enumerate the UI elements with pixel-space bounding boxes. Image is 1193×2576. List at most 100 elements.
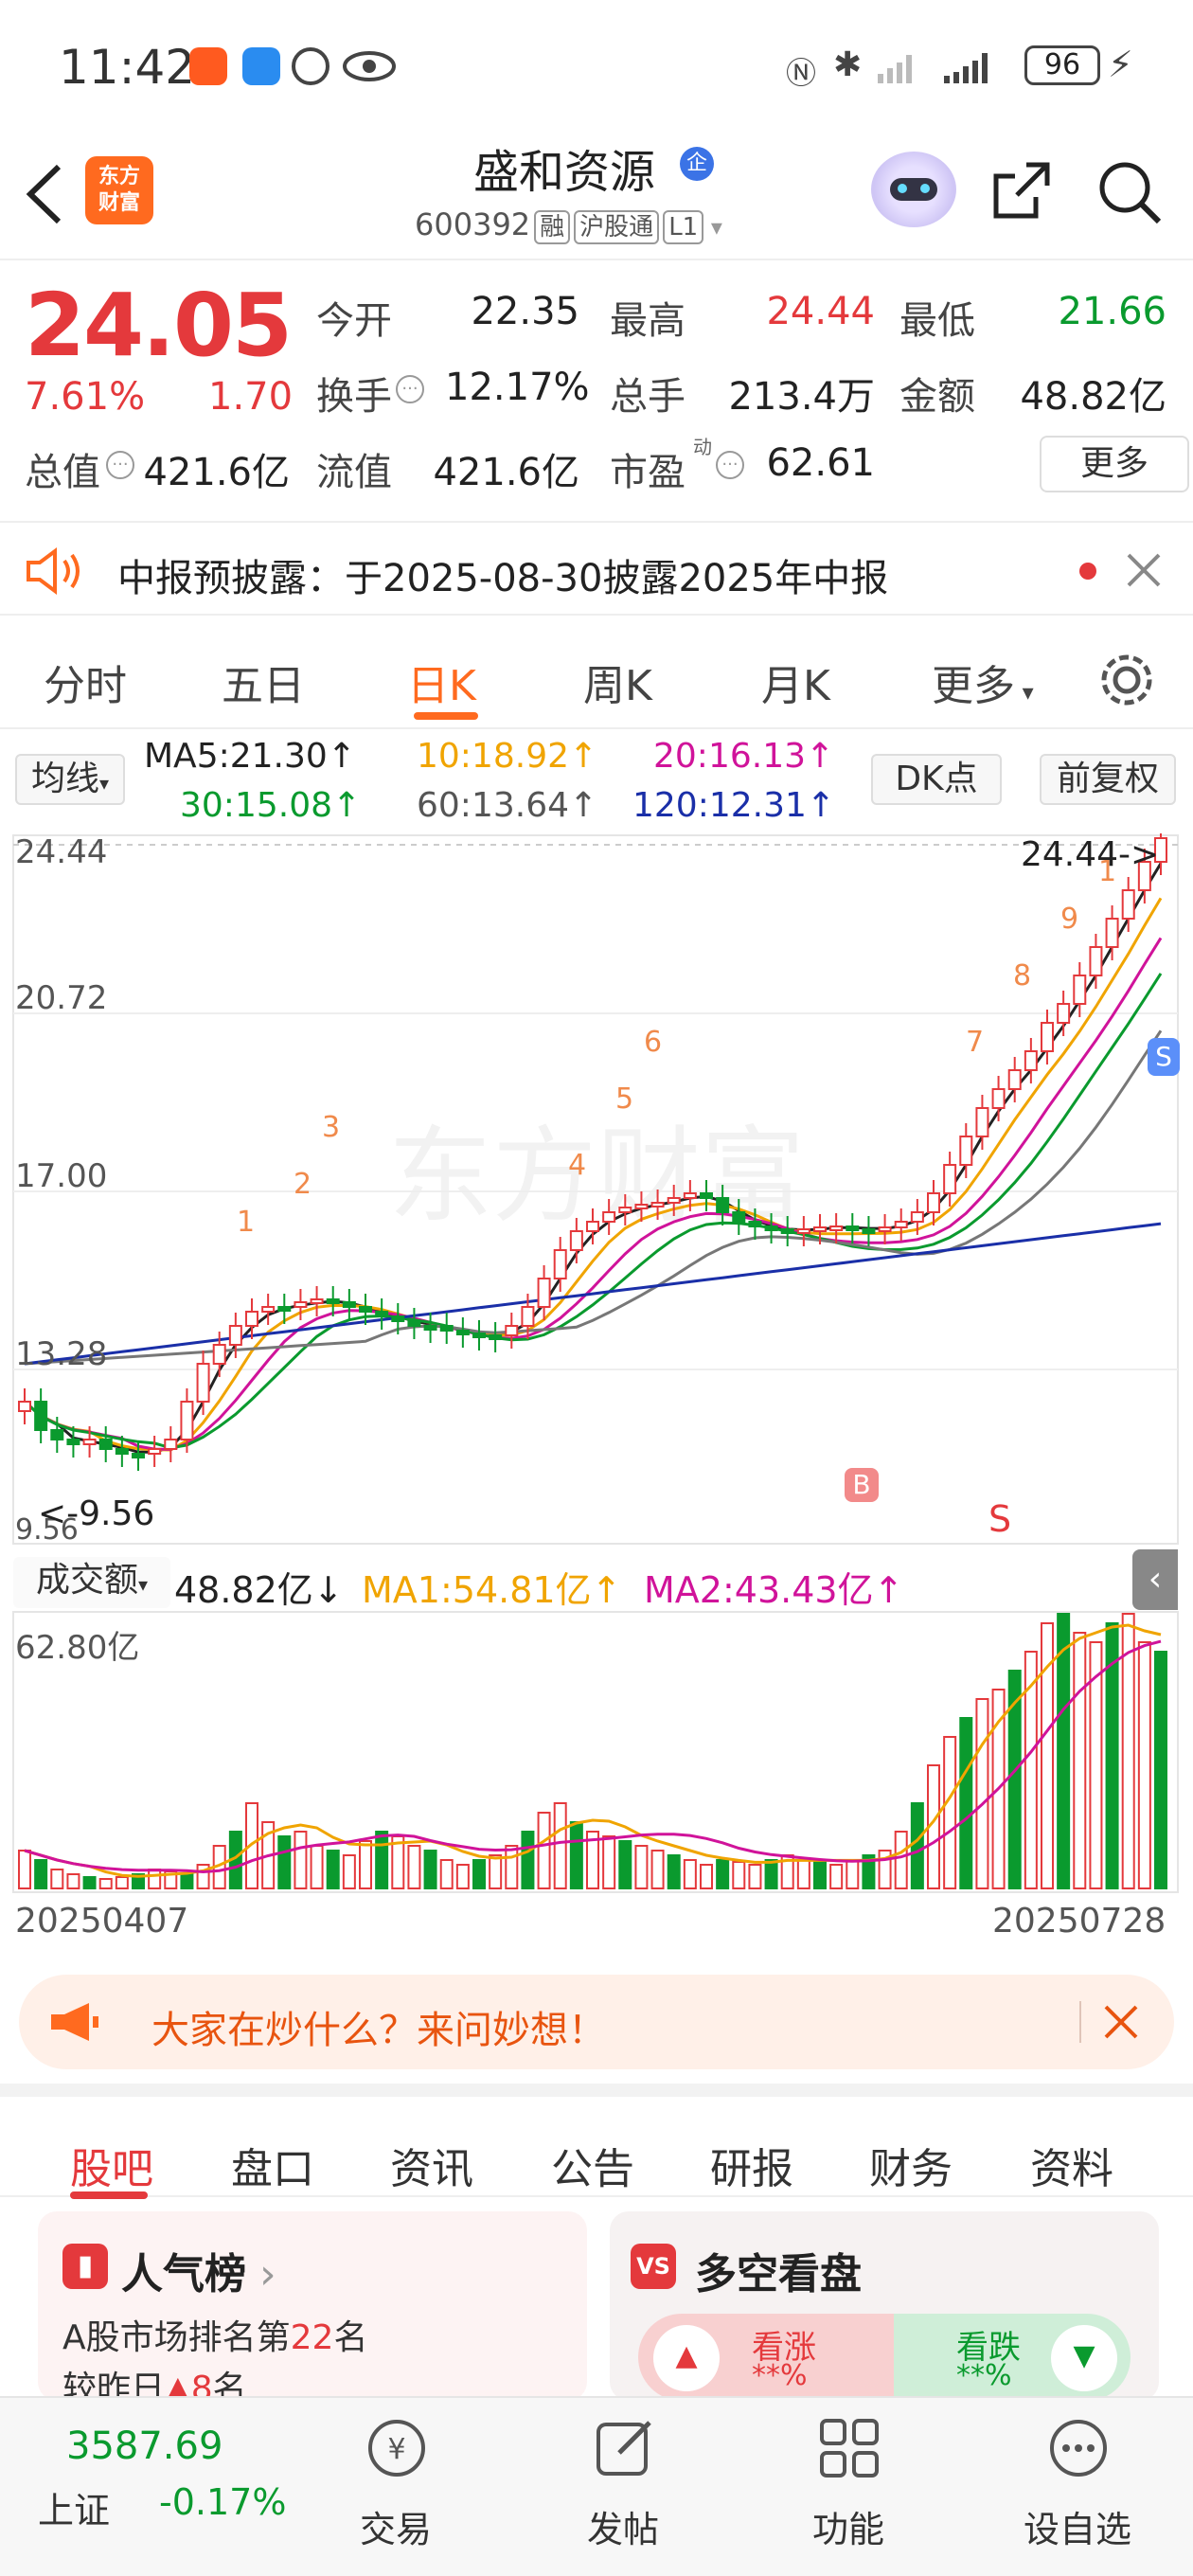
settings-gear-icon[interactable] xyxy=(1098,652,1155,708)
ma-select[interactable]: 均线▾ xyxy=(15,754,125,805)
candle-body xyxy=(764,1225,778,1231)
index-value[interactable]: 3587.69 xyxy=(66,2424,223,2468)
nav-trade[interactable]: 交易 xyxy=(329,2500,462,2552)
sync-notification-icon xyxy=(292,47,329,85)
current-price: 24.05 xyxy=(25,275,293,376)
market-cap-label: 总值 xyxy=(25,451,100,494)
volume-chart[interactable] xyxy=(0,1610,1193,1896)
candle-body xyxy=(846,1225,860,1231)
tab-weekly-k[interactable]: 周K xyxy=(583,652,652,712)
charging-icon: ⚡ xyxy=(1108,44,1133,85)
share-icon[interactable] xyxy=(988,159,1055,222)
volume-bar xyxy=(602,1835,616,1889)
volume-bar xyxy=(667,1854,681,1889)
bull-bear-card[interactable]: VS 多空看盘 ▲ 看涨 **% 看跌 **% ▼ xyxy=(610,2211,1159,2401)
tab-intraday[interactable]: 分时 xyxy=(44,652,127,712)
vote-down-button[interactable]: 看跌 **% ▼ xyxy=(894,2314,1131,2401)
candle-body xyxy=(489,1334,503,1340)
volume-bar xyxy=(748,1864,762,1889)
volume-bar xyxy=(310,1845,324,1889)
buy-point-marker[interactable]: B xyxy=(845,1468,879,1502)
pe-dynamic-sup: 动 xyxy=(693,436,712,458)
tab-daily-k[interactable]: 日K xyxy=(407,652,476,712)
td-sequence-number: 6 xyxy=(644,1026,662,1059)
nav-post[interactable]: 发帖 xyxy=(557,2500,689,2552)
tab-announcements[interactable]: 公告 xyxy=(551,2135,634,2195)
tab-more[interactable]: 更多 ▾ xyxy=(932,652,1034,712)
candle-body xyxy=(553,1249,567,1279)
volume-bar xyxy=(50,1869,64,1889)
volume-bar xyxy=(943,1736,957,1889)
nav-functions[interactable]: 功能 xyxy=(782,2500,915,2552)
volume-bar xyxy=(505,1845,519,1889)
volume-bar xyxy=(407,1845,421,1889)
info-icon[interactable]: ··· xyxy=(396,375,424,403)
volume-bar xyxy=(359,1840,372,1889)
volume-bar xyxy=(423,1850,437,1889)
back-arrow-icon[interactable] xyxy=(21,161,68,227)
tab-monthly-k[interactable]: 月K xyxy=(761,652,830,712)
candle-body xyxy=(196,1363,210,1403)
close-icon[interactable] xyxy=(1127,553,1161,587)
pe-value: 62.61 xyxy=(766,441,875,485)
close-icon[interactable] xyxy=(1102,2003,1140,2041)
more-quote-button[interactable]: 更多 xyxy=(1040,436,1189,492)
tab-financials[interactable]: 财务 xyxy=(869,2135,953,2195)
tab-order-book[interactable]: 盘口 xyxy=(231,2135,314,2195)
high-value: 24.44 xyxy=(766,290,875,333)
notice-bar[interactable]: 中报预披露：于2025-08-30披露2025年中报 xyxy=(0,521,1193,616)
volume-bar xyxy=(180,1873,194,1889)
td-sequence-number: 1 xyxy=(237,1206,255,1239)
candle-body xyxy=(634,1204,649,1209)
volume-ma2: MA2:43.43亿↑ xyxy=(644,1569,904,1611)
ask-ai-banner[interactable]: 大家在炒什么？来问妙想！ xyxy=(19,1975,1174,2069)
end-date: 20250728 xyxy=(992,1902,1166,1941)
candle-body xyxy=(586,1221,599,1232)
dk-point-toggle[interactable]: DK点 xyxy=(871,754,1002,805)
candle-body xyxy=(66,1439,80,1445)
info-icon[interactable]: ··· xyxy=(716,451,744,479)
tab-forum[interactable]: 股吧 xyxy=(70,2135,153,2195)
nav-watchlist-settings[interactable]: 设自选 xyxy=(1011,2500,1144,2552)
tab-profile[interactable]: 资料 xyxy=(1030,2135,1113,2195)
trade-yen-icon[interactable]: ¥ xyxy=(364,2415,430,2481)
candle-body xyxy=(277,1306,292,1312)
td-sequence-number: 2 xyxy=(294,1168,312,1201)
volume-bar xyxy=(439,1859,454,1889)
volume-bar xyxy=(569,1821,583,1889)
active-tab-indicator xyxy=(414,712,478,720)
search-icon[interactable] xyxy=(1096,159,1163,225)
index-name[interactable]: 上证 xyxy=(38,2481,110,2533)
tab-news[interactable]: 资讯 xyxy=(390,2135,473,2195)
compose-post-icon[interactable] xyxy=(591,2415,657,2481)
more-dots-icon[interactable] xyxy=(1045,2415,1112,2481)
info-icon[interactable]: ··· xyxy=(106,451,134,479)
ma5-value: MA5:21.30↑ xyxy=(144,737,356,776)
candle-body xyxy=(455,1330,470,1335)
candlestick-chart[interactable]: 东方财富 123456 7891 xyxy=(0,833,1193,1553)
candle-body xyxy=(423,1325,437,1331)
candle-body xyxy=(1073,975,1087,1005)
candle-body xyxy=(700,1192,713,1199)
collapse-panel-icon[interactable]: ‹ xyxy=(1132,1549,1178,1610)
sell-point-marker[interactable]: S xyxy=(1148,1038,1180,1076)
tab-five-day[interactable]: 五日 xyxy=(222,652,305,712)
ai-assistant-avatar[interactable] xyxy=(871,152,956,227)
banner-text: 大家在炒什么？来问妙想！ xyxy=(151,2009,606,2052)
volume-bar xyxy=(98,1878,113,1889)
candle-body xyxy=(650,1202,665,1208)
adjust-type-toggle[interactable]: 前复权 xyxy=(1040,754,1176,805)
functions-grid-icon[interactable] xyxy=(816,2415,882,2481)
nfc-icon: Ⓝ xyxy=(786,55,817,91)
volume-indicator-select[interactable]: 成交额▾ xyxy=(13,1557,170,1608)
tab-research[interactable]: 研报 xyxy=(710,2135,793,2195)
volume-bar xyxy=(148,1869,162,1889)
volume-bar xyxy=(829,1864,844,1889)
index-change[interactable]: -0.17% xyxy=(159,2481,286,2523)
low-label: 最低 xyxy=(899,299,975,343)
vote-up-button[interactable]: ▲ 看涨 **% xyxy=(638,2314,894,2401)
popularity-card[interactable]: ▮ 人气榜 › A股市场排名第22名 较昨日▲8名 xyxy=(38,2211,587,2401)
open-label: 今开 xyxy=(316,299,392,343)
volume-bar xyxy=(537,1812,551,1889)
volume-bar xyxy=(521,1831,535,1889)
